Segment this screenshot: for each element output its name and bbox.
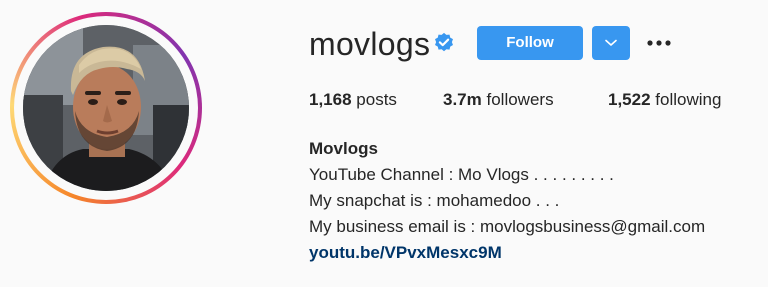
posts-label: posts [356, 90, 397, 109]
bio-line-email: My business email is : movlogsbusiness@g… [309, 217, 706, 236]
story-ring[interactable] [10, 12, 202, 204]
followers-count: 3.7m [443, 90, 482, 109]
bio-line-youtube: YouTube Channel : Mo Vlogs . . . . . . .… [309, 165, 614, 184]
profile-bio: Movlogs YouTube Channel : Mo Vlogs . . .… [309, 136, 705, 266]
posts-stat: 1,168 posts [309, 88, 397, 112]
following-stat[interactable]: 1,522 following [608, 88, 721, 112]
following-count: 1,522 [608, 90, 651, 109]
more-options-icon [647, 40, 671, 46]
chevron-down-icon [605, 39, 617, 46]
username: movlogs [309, 26, 431, 62]
suggested-dropdown-button[interactable] [592, 26, 630, 60]
more-options-button[interactable] [644, 30, 674, 56]
following-label: following [655, 90, 722, 109]
followers-label: followers [486, 90, 554, 109]
posts-count: 1,168 [309, 90, 352, 109]
profile-header: movlogs Follow 1,168 posts 3.7m follower… [0, 0, 768, 287]
verified-badge-icon [435, 32, 453, 52]
bio-full-name: Movlogs [309, 139, 378, 158]
follow-button[interactable]: Follow [477, 26, 583, 60]
avatar[interactable] [23, 25, 189, 191]
avatar-image [23, 25, 189, 191]
followers-stat[interactable]: 3.7m followers [443, 88, 554, 112]
bio-line-snapchat: My snapchat is : mohamedoo . . . [309, 191, 560, 210]
bio-website-link[interactable]: youtu.be/VPvxMesxc9M [309, 240, 705, 266]
